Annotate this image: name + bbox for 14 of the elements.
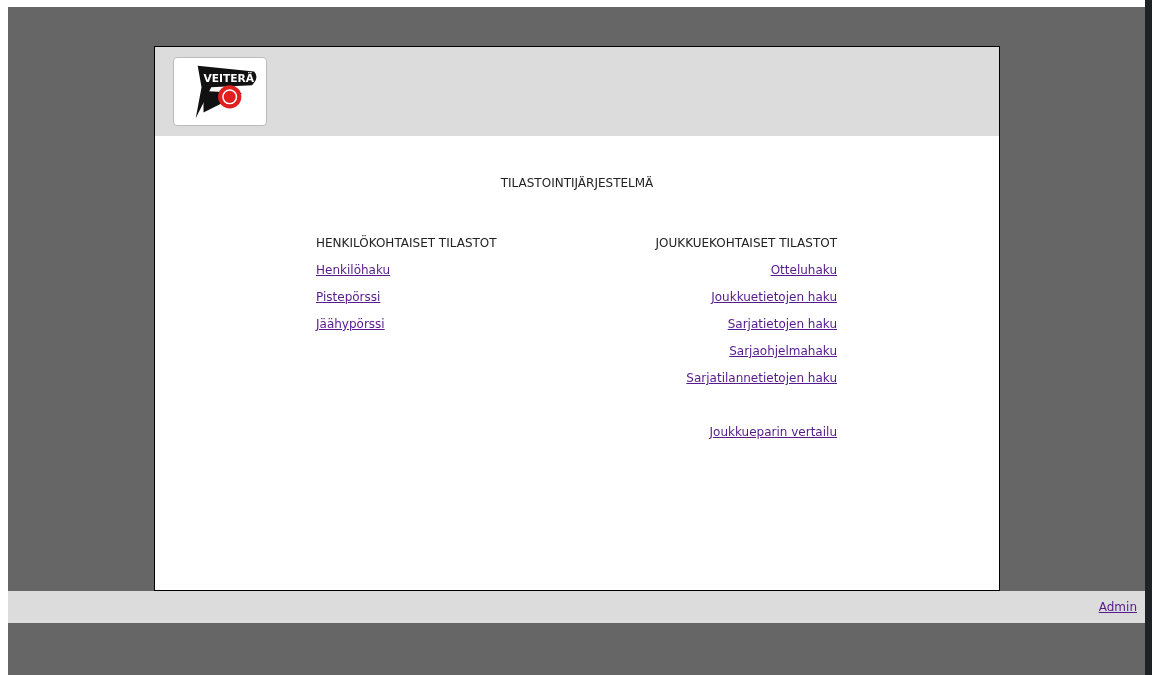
column-heading: JOUKKUEKOHTAISET TILASTOT (655, 236, 837, 251)
nav-link[interactable]: Joukkueparin vertailu (709, 425, 837, 440)
page-title: TILASTOINTIJÄRJESTELMÄ (500, 175, 654, 192)
admin-link[interactable]: Admin (1098, 598, 1137, 616)
nav-link[interactable]: Pistepörssi (316, 290, 381, 305)
nav-link[interactable]: Sarjaohjelmahaku (729, 344, 837, 359)
nav-link[interactable]: Joukkuetietojen haku (711, 290, 837, 305)
nav-link[interactable]: Sarjatilannetietojen haku (686, 371, 837, 386)
nav-link[interactable]: Otteluhaku (770, 263, 837, 278)
column-heading: HENKILÖKOHTAISET TILASTOT (316, 236, 497, 251)
logo: VEITERÄ (173, 57, 267, 126)
nav-link[interactable]: Sarjatietojen haku (727, 317, 837, 332)
nav-link[interactable]: Henkilöhaku (316, 263, 391, 278)
nav-link[interactable]: Jäähypörssi (316, 317, 385, 332)
